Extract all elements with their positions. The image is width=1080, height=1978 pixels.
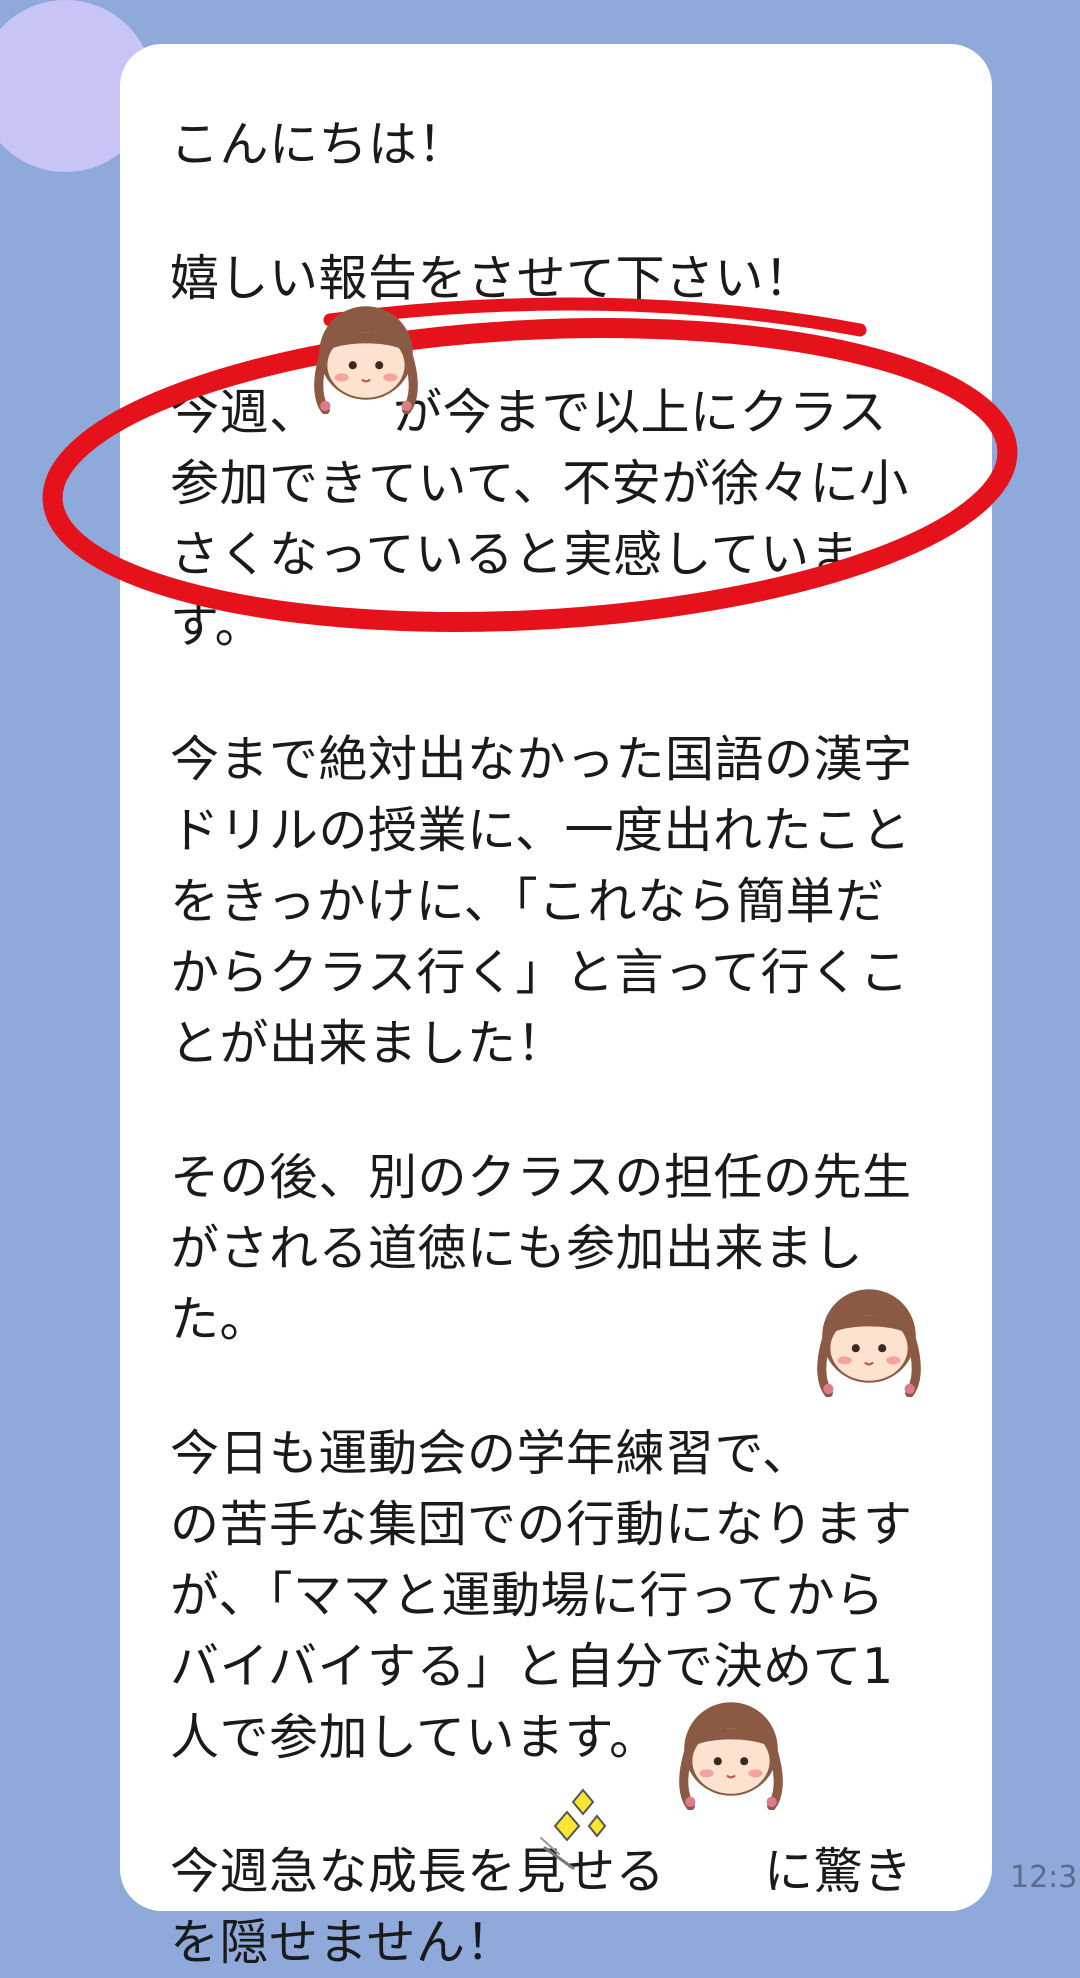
message-line: を隠せません！ bbox=[170, 1914, 516, 1971]
paragraph-this-week: 今週、 が今まで以上にクラス 参加できていて、不安が徐々に小 さくなっていると実… bbox=[170, 377, 992, 661]
message-line: 人で参加しています。 bbox=[170, 1709, 659, 1766]
paragraph-kanji-drill: 今まで絶対出なかった国語の漢字 ドリルの授業に、一度出れたこと をきっかけに、「… bbox=[170, 724, 992, 1079]
sparkle-icon bbox=[540, 1788, 607, 1870]
girl-face-icon bbox=[679, 1702, 783, 1810]
message-bubble[interactable]: こんにちは！ 嬉しい報告をさせて下さい！ 今週、 が今まで以上にクラス 参加でき… bbox=[120, 44, 992, 1971]
message-line: す。 bbox=[170, 597, 265, 654]
message-line: 参加できていて、不安が徐々に小 bbox=[170, 455, 909, 512]
message-line: その後、別のクラスの担任の先生 bbox=[170, 1149, 912, 1206]
message-line: こんにちは！ bbox=[170, 116, 468, 173]
message-line: をきっかけに、「これなら簡単だ bbox=[170, 873, 885, 930]
message-line: 今週、 が今まで以上にクラス bbox=[170, 384, 888, 441]
message-line: の苦手な集団での行動になります bbox=[170, 1496, 913, 1553]
message-line: からクラス行く」と言って行くこ bbox=[170, 944, 910, 1001]
message-line: がされる道徳にも参加出来まし bbox=[170, 1220, 864, 1277]
girl-face-icon bbox=[817, 1289, 921, 1397]
girl-face-icon bbox=[314, 306, 418, 414]
message-line: 今まで絶対出なかった国語の漢字 bbox=[170, 731, 913, 788]
message-line: 嬉しい報告をさせて下さい！ bbox=[170, 250, 814, 307]
paragraph-greeting: こんにちは！ bbox=[170, 109, 992, 180]
message-timestamp: 12:3 bbox=[1010, 1860, 1078, 1895]
paragraph-sports-day: 今日も運動会の学年練習で、 の苦手な集団での行動になります が、「ママと運動場に… bbox=[170, 1418, 992, 1773]
message-line: バイバイする」と自分で決めて1 bbox=[170, 1638, 894, 1695]
paragraph-intro: 嬉しい報告をさせて下さい！ bbox=[170, 243, 992, 314]
message-line: が、「ママと運動場に行ってから bbox=[170, 1567, 885, 1624]
message-line: とが出来ました！ bbox=[170, 1015, 567, 1072]
message-line: 今日も運動会の学年練習で、 bbox=[170, 1425, 887, 1482]
message-line: ドリルの授業に、一度出れたこと bbox=[170, 802, 912, 859]
message-line: さくなっていると実感していま bbox=[170, 526, 860, 583]
